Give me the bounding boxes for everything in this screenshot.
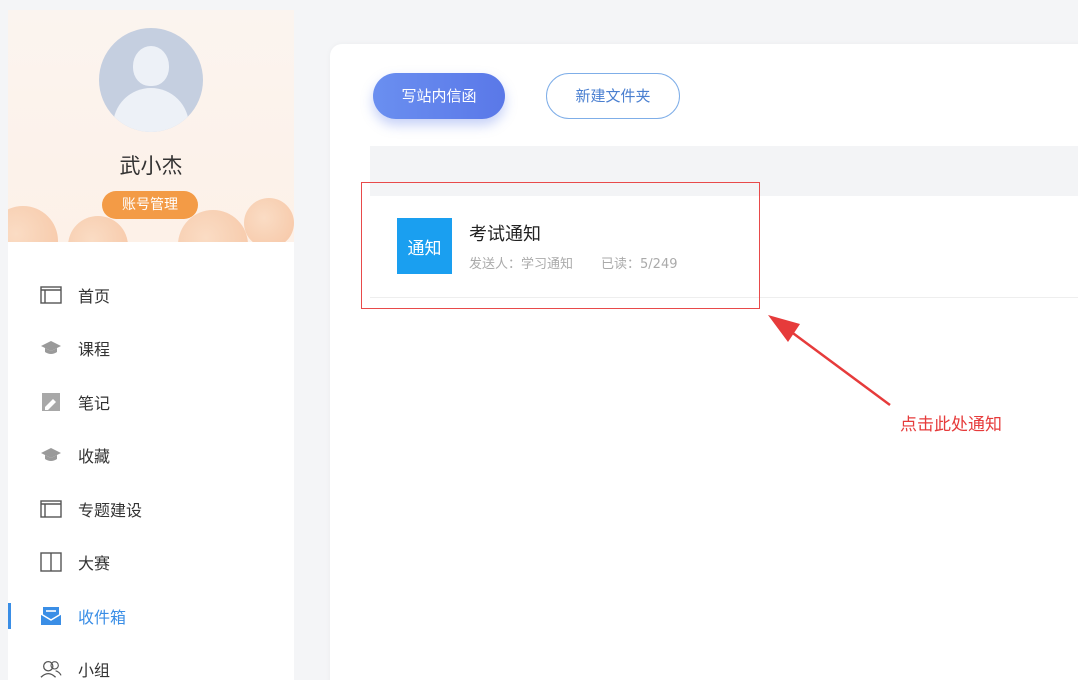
annotation-text: 点击此处通知	[900, 415, 1002, 435]
sidebar-item-label: 首页	[78, 286, 111, 306]
sidebar-item-inbox[interactable]: 收件箱	[8, 589, 294, 643]
sidebar-item-label: 大赛	[78, 554, 111, 574]
decor-blob	[8, 206, 58, 242]
new-folder-button[interactable]: 新建文件夹	[546, 73, 680, 119]
book-icon	[40, 551, 62, 573]
page: 武小杰 账号管理 首页 课程 笔记 收藏 专题建设 大赛 收件箱 小组 写站内信…	[0, 0, 1078, 680]
sidebar-item-label: 收藏	[78, 447, 111, 467]
sidebar-item-home[interactable]: 首页	[8, 268, 294, 322]
group-icon	[40, 658, 62, 680]
highlight-box	[361, 182, 760, 309]
sidebar: 武小杰 账号管理 首页 课程 笔记 收藏 专题建设 大赛 收件箱 小组	[8, 10, 294, 680]
sidebar-item-groups[interactable]: 小组	[8, 643, 294, 680]
inbox-icon	[40, 605, 62, 627]
home-icon	[40, 284, 62, 306]
sidebar-item-courses[interactable]: 课程	[8, 322, 294, 376]
account-management-button[interactable]: 账号管理	[102, 191, 198, 219]
sidebar-item-label: 收件箱	[78, 607, 127, 627]
sidebar-item-favorites[interactable]: 收藏	[8, 429, 294, 483]
graduation-cap-icon	[40, 337, 62, 359]
decor-blob	[244, 198, 294, 242]
sidebar-item-label: 笔记	[78, 393, 111, 413]
sidebar-item-contest[interactable]: 大赛	[8, 536, 294, 590]
avatar-head	[133, 46, 169, 86]
sidebar-item-label: 课程	[78, 340, 111, 360]
sidebar-item-notes[interactable]: 笔记	[8, 375, 294, 429]
inbox-panel: 写站内信函 新建文件夹 通知 考试通知 发送人：学习通知 已读：5/249	[330, 44, 1078, 680]
decor-blob	[68, 216, 128, 242]
note-icon	[40, 391, 62, 413]
avatar-body	[113, 88, 189, 132]
avatar[interactable]	[99, 28, 203, 132]
profile-panel: 武小杰 账号管理	[8, 10, 294, 242]
collection-icon	[40, 444, 62, 466]
sidebar-item-topics[interactable]: 专题建设	[8, 482, 294, 536]
write-message-button[interactable]: 写站内信函	[373, 73, 505, 119]
sidebar-item-label: 小组	[78, 661, 111, 680]
sidebar-item-label: 专题建设	[78, 500, 143, 520]
sidebar-nav: 首页 课程 笔记 收藏 专题建设 大赛 收件箱 小组	[8, 268, 294, 680]
username: 武小杰	[119, 154, 183, 178]
topic-icon	[40, 498, 62, 520]
